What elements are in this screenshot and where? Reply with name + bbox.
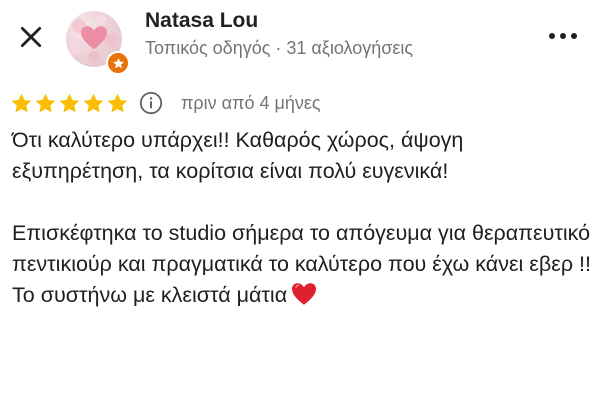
- review-dialog: Natasa Lou Τοπικός οδηγός · 31 αξιολογήσ…: [0, 0, 600, 400]
- more-options-button[interactable]: [546, 24, 580, 48]
- red-heart-icon: [292, 283, 317, 305]
- close-button[interactable]: [14, 20, 48, 54]
- heart-avatar-icon: [81, 26, 107, 50]
- star-filled-icon: [35, 93, 56, 112]
- star-filled-icon: [11, 93, 32, 112]
- info-icon: [139, 91, 163, 115]
- star-filled-icon: [107, 93, 128, 112]
- star-filled-icon: [83, 93, 104, 112]
- close-icon: [20, 26, 42, 48]
- review-paragraph: Ότι καλύτερο υπάρχει!! Καθαρός χώρος, άψ…: [12, 128, 464, 183]
- star-rating: [10, 92, 129, 115]
- info-button[interactable]: [139, 91, 163, 115]
- reviewer-meta: Τοπικός οδηγός · 31 αξιολογήσεις: [145, 38, 414, 58]
- reviewer-name[interactable]: Natasa Lou: [145, 9, 258, 33]
- avatar-container[interactable]: [66, 11, 130, 75]
- more-horizontal-icon: [549, 33, 555, 39]
- star-filled-icon: [59, 93, 80, 112]
- local-guide-star-icon: [112, 57, 124, 68]
- local-guide-badge: [106, 51, 130, 75]
- review-date: πριν από 4 μήνες: [181, 92, 321, 113]
- review-text: Ότι καλύτερο υπάρχει!! Καθαρός χώρος, άψ…: [12, 125, 592, 311]
- rating-row: πριν από 4 μήνες: [10, 88, 321, 118]
